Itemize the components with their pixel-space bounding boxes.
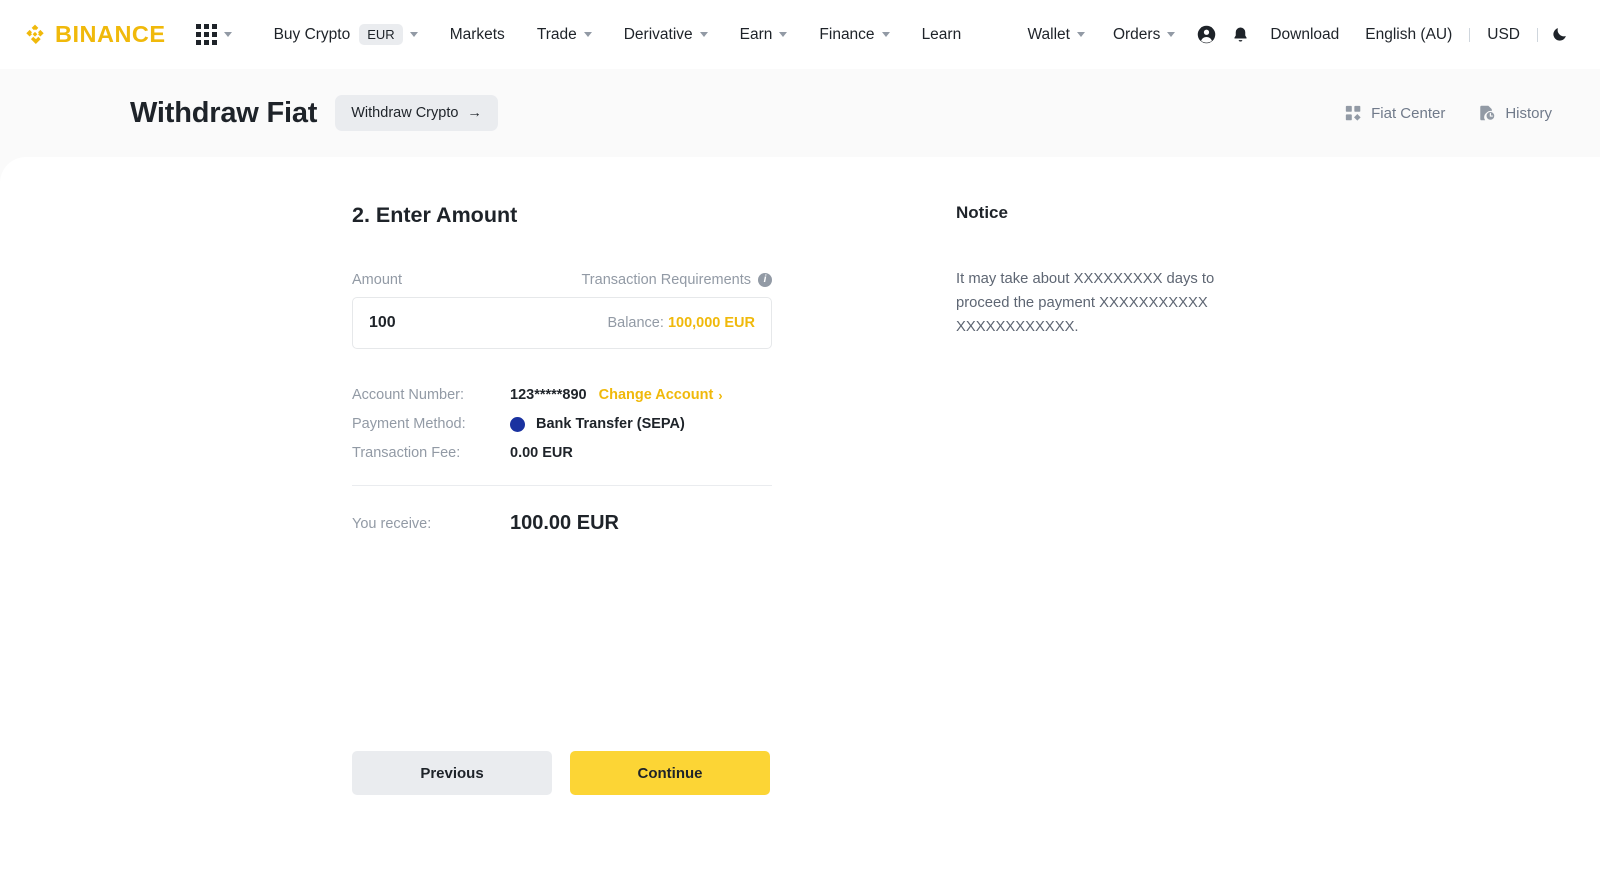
account-number-value: 123*****890 Change Account › — [510, 387, 723, 403]
profile-button[interactable] — [1189, 0, 1223, 69]
currency-selector[interactable]: USD — [1474, 26, 1533, 44]
chevron-down-icon — [223, 32, 232, 37]
chevron-down-icon — [779, 32, 788, 37]
theme-toggle-button[interactable] — [1542, 0, 1576, 69]
nav-label-wallet: Wallet — [1027, 26, 1070, 43]
content-columns: 2. Enter Amount Amount Transaction Requi… — [0, 203, 1600, 535]
nav-divider — [1469, 27, 1471, 42]
user-circle-icon — [1197, 25, 1216, 44]
chevron-down-icon — [409, 32, 418, 37]
account-number-text: 123*****890 — [510, 387, 587, 403]
secondary-nav-items: Wallet Orders Download English (AU) USD — [1013, 0, 1576, 69]
nav-item-derivative[interactable]: Derivative — [608, 0, 724, 69]
transaction-fee-label: Transaction Fee: — [352, 445, 461, 461]
chevron-down-icon — [699, 32, 708, 37]
change-account-link[interactable]: Change Account › — [599, 387, 723, 403]
page-header: Withdraw Fiat Withdraw Crypto → Fiat Cen… — [0, 69, 1600, 157]
withdraw-crypto-label: Withdraw Crypto — [351, 105, 459, 121]
binance-wordmark: BINANCE — [55, 21, 166, 47]
chevron-down-icon — [881, 32, 890, 37]
history-link[interactable]: History — [1479, 104, 1552, 122]
notifications-button[interactable] — [1223, 0, 1257, 69]
apps-grid-button[interactable] — [195, 24, 232, 45]
row-payment-method: Payment Method: Bank Transfer (SEPA) — [352, 416, 772, 432]
form-actions: Previous Continue — [352, 751, 770, 795]
page-header-links: Fiat Center History — [1345, 104, 1552, 122]
continue-button[interactable]: Continue — [570, 751, 770, 795]
nav-label-buy-crypto: Buy Crypto — [273, 26, 351, 43]
moon-icon — [1552, 28, 1566, 41]
withdraw-crypto-button[interactable]: Withdraw Crypto → — [335, 95, 498, 131]
nav-divider — [1537, 27, 1538, 42]
step-title: 2. Enter Amount — [352, 203, 518, 227]
amount-value[interactable]: 100 — [369, 314, 396, 332]
nav-item-finance[interactable]: Finance — [803, 0, 905, 69]
sepa-bank-icon — [510, 416, 525, 432]
previous-button[interactable]: Previous — [352, 751, 552, 795]
binance-logo[interactable]: BINANCE — [22, 21, 166, 48]
apps-grid-icon — [195, 24, 217, 45]
notice-panel: Notice It may take about XXXXXXXXX days … — [956, 203, 1256, 535]
amount-field-labels: Amount Transaction Requirements i — [352, 272, 772, 288]
amount-input[interactable]: 100 Balance: 100,000 EUR — [352, 297, 772, 349]
arrow-right-icon: → — [467, 105, 482, 121]
row-transaction-fee: Transaction Fee: 0.00 EUR — [352, 445, 772, 461]
nav-label-finance: Finance — [819, 26, 875, 43]
nav-item-markets[interactable]: Markets — [434, 0, 521, 69]
payment-method-text: Bank Transfer (SEPA) — [536, 416, 685, 432]
balance-display: Balance: 100,000 EUR — [607, 315, 755, 331]
nav-item-learn[interactable]: Learn — [906, 0, 978, 69]
fiat-center-icon — [1345, 105, 1361, 121]
you-receive-value: 100.00 EUR — [510, 512, 619, 534]
fiat-center-link[interactable]: Fiat Center — [1345, 105, 1445, 122]
history-label: History — [1505, 104, 1552, 122]
change-account-label: Change Account — [598, 387, 714, 403]
binance-diamond-icon — [26, 24, 44, 44]
chevron-down-icon — [583, 32, 592, 37]
content-card: 2. Enter Amount Amount Transaction Requi… — [0, 157, 1600, 889]
payment-method-label: Payment Method: — [352, 416, 466, 432]
nav-label-derivative: Derivative — [623, 26, 693, 43]
nav-label-earn: Earn — [739, 26, 773, 43]
nav-item-buy-crypto[interactable]: Buy Crypto EUR — [258, 0, 434, 69]
transaction-requirements-label: Transaction Requirements — [581, 272, 751, 288]
notice-text: It may take about XXXXXXXXX days to proc… — [956, 271, 1215, 335]
balance-value: 100,000 EUR — [667, 315, 755, 331]
balance-prefix: Balance: — [607, 315, 668, 331]
nav-item-wallet[interactable]: Wallet — [1013, 0, 1099, 69]
top-navigation-bar: BINANCE Buy Crypto EUR Markets Trade Der… — [0, 0, 1600, 69]
language-selector[interactable]: English (AU) — [1352, 26, 1465, 44]
nav-item-trade[interactable]: Trade — [521, 0, 608, 69]
nav-currency-pill[interactable]: EUR — [359, 23, 403, 46]
history-icon — [1480, 105, 1496, 121]
notice-title: Notice — [956, 203, 1008, 222]
transaction-details: Account Number: 123*****890 Change Accou… — [352, 387, 772, 461]
you-receive-row: You receive: 100.00 EUR — [352, 512, 772, 535]
info-icon[interactable]: i — [758, 273, 772, 287]
nav-item-earn[interactable]: Earn — [724, 0, 804, 69]
page-title: Withdraw Fiat — [130, 96, 318, 129]
chevron-down-icon — [1076, 32, 1085, 37]
transaction-requirements[interactable]: Transaction Requirements i — [581, 272, 772, 288]
chevron-right-icon: › — [718, 387, 723, 403]
row-account-number: Account Number: 123*****890 Change Accou… — [352, 387, 772, 403]
account-number-label: Account Number: — [352, 387, 465, 403]
payment-method-value: Bank Transfer (SEPA) — [510, 416, 685, 432]
primary-nav-items: Buy Crypto EUR Markets Trade Derivative … — [258, 0, 978, 69]
chevron-down-icon — [1167, 32, 1176, 37]
withdraw-form: 2. Enter Amount Amount Transaction Requi… — [352, 203, 772, 535]
transaction-fee-value: 0.00 EUR — [510, 445, 573, 461]
fiat-center-label: Fiat Center — [1371, 104, 1446, 122]
amount-label: Amount — [352, 272, 402, 288]
nav-label-orders: Orders — [1112, 26, 1161, 43]
section-divider — [352, 485, 772, 486]
download-link[interactable]: Download — [1257, 26, 1352, 44]
bell-icon — [1234, 26, 1247, 41]
nav-label-markets: Markets — [449, 26, 505, 43]
nav-label-trade: Trade — [536, 26, 577, 43]
nav-label-learn: Learn — [921, 26, 962, 43]
you-receive-label: You receive: — [352, 515, 432, 532]
nav-item-orders[interactable]: Orders — [1099, 0, 1189, 69]
